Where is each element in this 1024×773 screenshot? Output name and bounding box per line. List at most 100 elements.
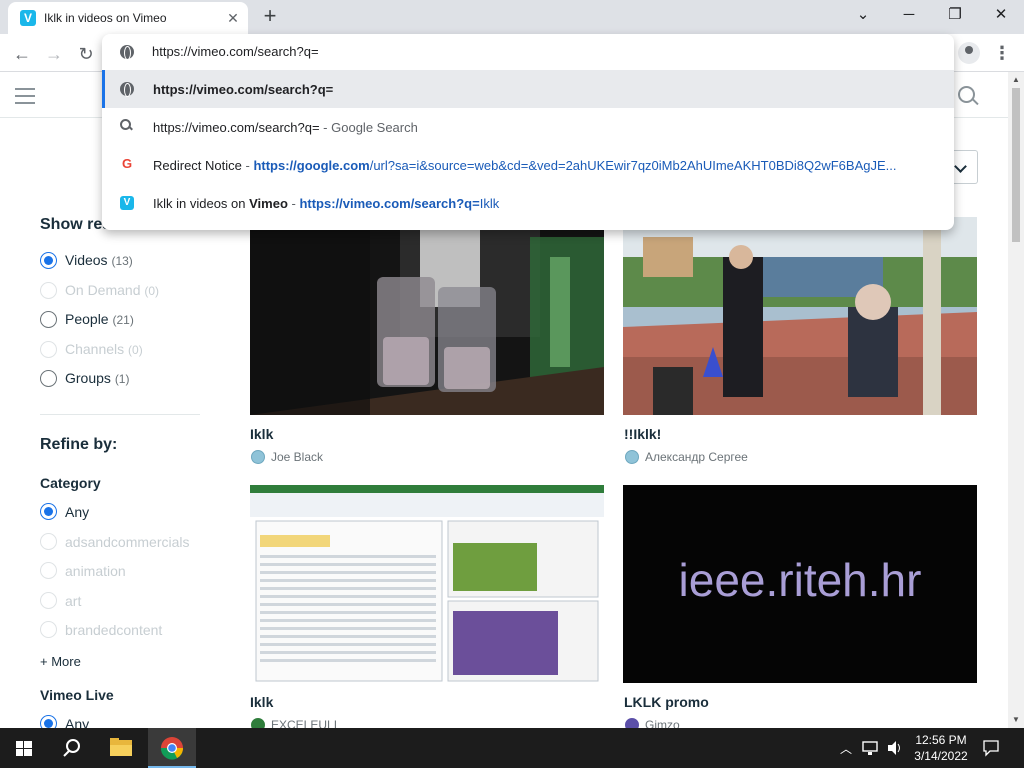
video-thumbnail[interactable] xyxy=(250,485,604,683)
chrome-taskbar-button[interactable] xyxy=(148,728,196,768)
tab-strip: V Iklk in videos on Vimeo ✕ + ⌄ ─ ❐ ✕ xyxy=(0,0,1024,34)
video-title[interactable]: Iklk xyxy=(250,426,273,442)
google-icon: G xyxy=(121,156,133,171)
radio-live-any[interactable] xyxy=(40,715,57,728)
result-groups[interactable]: Groups (1) xyxy=(65,370,129,386)
windows-taskbar: ︿ 12:56 PM 3/14/2022 xyxy=(0,728,1024,768)
browser-tab[interactable]: V Iklk in videos on Vimeo ✕ xyxy=(8,2,248,34)
scrollbar-thumb[interactable] xyxy=(1012,88,1020,242)
suggestion-text: Iklk in videos on Vimeo - https://vimeo.… xyxy=(153,196,500,211)
suggestion-text: Redirect Notice - https://google.com/url… xyxy=(153,158,897,173)
omnibox-suggestion[interactable]: V Iklk in videos on Vimeo - https://vime… xyxy=(102,184,954,222)
radio-groups[interactable] xyxy=(40,370,57,387)
profile-avatar-icon[interactable] xyxy=(958,42,980,64)
radio-category-branded xyxy=(40,621,57,638)
author-avatar[interactable] xyxy=(625,718,639,728)
result-videos[interactable]: Videos (13) xyxy=(65,252,133,268)
chrome-menu-button[interactable]: ⋮ xyxy=(992,40,1012,66)
video-thumbnail[interactable]: ieee.riteh.hr xyxy=(623,485,977,683)
clock-time: 12:56 PM xyxy=(915,733,967,747)
omnibox-suggestion[interactable]: https://vimeo.com/search?q= - Google Sea… xyxy=(102,108,954,146)
omnibox-dropdown: https://vimeo.com/search?q= https://vime… xyxy=(102,34,954,230)
radio-category-art xyxy=(40,592,57,609)
video-thumbnail[interactable] xyxy=(623,217,977,415)
radio-people[interactable] xyxy=(40,311,57,328)
result-channels: Channels (0) xyxy=(65,341,143,357)
back-button[interactable]: ← xyxy=(8,40,36,68)
volume-icon[interactable] xyxy=(886,740,904,756)
omnibox-suggestion[interactable]: G Redirect Notice - https://google.com/u… xyxy=(102,146,954,184)
forward-button[interactable]: → xyxy=(40,40,68,68)
clock-date: 3/14/2022 xyxy=(914,749,968,763)
suggestion-url: https://vimeo.com/search?q= xyxy=(153,82,334,97)
category-art: art xyxy=(65,593,82,609)
tab-title: Iklk in videos on Vimeo xyxy=(44,11,167,25)
maximize-button[interactable]: ❐ xyxy=(932,0,978,32)
globe-icon xyxy=(120,82,134,97)
new-tab-button[interactable]: + xyxy=(258,4,282,28)
radio-category-any[interactable] xyxy=(40,503,57,520)
windows-logo-icon xyxy=(16,741,32,756)
notifications-icon[interactable] xyxy=(982,739,1000,757)
radio-channels xyxy=(40,341,57,358)
network-icon[interactable] xyxy=(862,740,880,756)
author-avatar[interactable] xyxy=(251,718,265,728)
live-any[interactable]: Any xyxy=(65,716,89,728)
radio-videos[interactable] xyxy=(40,252,57,269)
address-bar[interactable]: https://vimeo.com/search?q= xyxy=(102,34,954,70)
category-adsandcommercials: adsandcommercials xyxy=(65,534,190,550)
refine-heading: Refine by: xyxy=(40,436,118,453)
minimize-button[interactable]: ─ xyxy=(886,0,932,32)
folder-icon xyxy=(110,738,132,756)
search-icon xyxy=(120,119,132,131)
omnibox-suggestion[interactable]: https://vimeo.com/search?q= xyxy=(102,70,954,108)
video-author[interactable]: EXCELEULI xyxy=(271,718,337,728)
search-icon xyxy=(63,739,80,757)
show-hidden-icons-chevron-icon[interactable]: ︿ xyxy=(840,740,852,757)
more-categories-link[interactable]: + More xyxy=(40,654,81,669)
video-title[interactable]: Iklk xyxy=(250,694,273,710)
video-thumbnail[interactable] xyxy=(250,217,604,415)
sidebar-divider xyxy=(40,414,200,415)
result-people[interactable]: People (21) xyxy=(65,311,134,327)
suggestion-text: https://vimeo.com/search?q= - Google Sea… xyxy=(153,120,418,135)
vimeo-live-heading: Vimeo Live xyxy=(40,687,114,703)
vimeo-favicon-icon: V xyxy=(20,10,36,26)
start-button[interactable] xyxy=(0,728,48,768)
system-clock[interactable]: 12:56 PM 3/14/2022 xyxy=(910,732,972,764)
thumbnail-text: ieee.riteh.hr xyxy=(678,554,922,606)
vimeo-icon: V xyxy=(120,196,134,210)
scroll-up-arrow-icon[interactable]: ▲ xyxy=(1008,72,1024,88)
site-search-icon[interactable] xyxy=(958,86,978,106)
category-animation: animation xyxy=(65,563,126,579)
video-author[interactable]: Gimzo xyxy=(645,718,680,728)
category-heading: Category xyxy=(40,475,101,491)
address-input[interactable]: https://vimeo.com/search?q= xyxy=(152,44,319,59)
video-author[interactable]: Joe Black xyxy=(271,450,323,464)
party-thumbnail-image xyxy=(623,217,977,415)
scroll-down-arrow-icon[interactable]: ▼ xyxy=(1008,712,1024,728)
radio-category-animation xyxy=(40,562,57,579)
globe-icon xyxy=(120,45,134,60)
page-scrollbar[interactable]: ▲ ▼ xyxy=(1008,72,1024,728)
chrome-icon xyxy=(160,737,184,760)
video-title[interactable]: !!Iklk! xyxy=(624,426,661,442)
video-author[interactable]: Александр Сергее xyxy=(645,450,748,464)
file-explorer-button[interactable] xyxy=(98,728,146,768)
author-avatar[interactable] xyxy=(625,450,639,464)
video-title[interactable]: LKLK promo xyxy=(624,694,709,710)
reload-button[interactable]: ↻ xyxy=(72,40,100,68)
author-avatar[interactable] xyxy=(251,450,265,464)
radio-on-demand xyxy=(40,282,57,299)
result-on-demand: On Demand (0) xyxy=(65,282,160,298)
category-any[interactable]: Any xyxy=(65,504,89,520)
glasses-thumbnail-image xyxy=(250,217,604,415)
taskbar-search-button[interactable] xyxy=(48,728,96,768)
radio-category-ads xyxy=(40,533,57,550)
spreadsheet-thumbnail-image xyxy=(250,485,604,683)
tab-search-button[interactable]: ⌄ xyxy=(840,0,886,32)
hamburger-menu-icon[interactable] xyxy=(15,88,35,104)
window-close-button[interactable]: ✕ xyxy=(978,0,1024,32)
tab-close-icon[interactable]: ✕ xyxy=(223,8,243,28)
category-brandedcontent: brandedcontent xyxy=(65,622,163,638)
